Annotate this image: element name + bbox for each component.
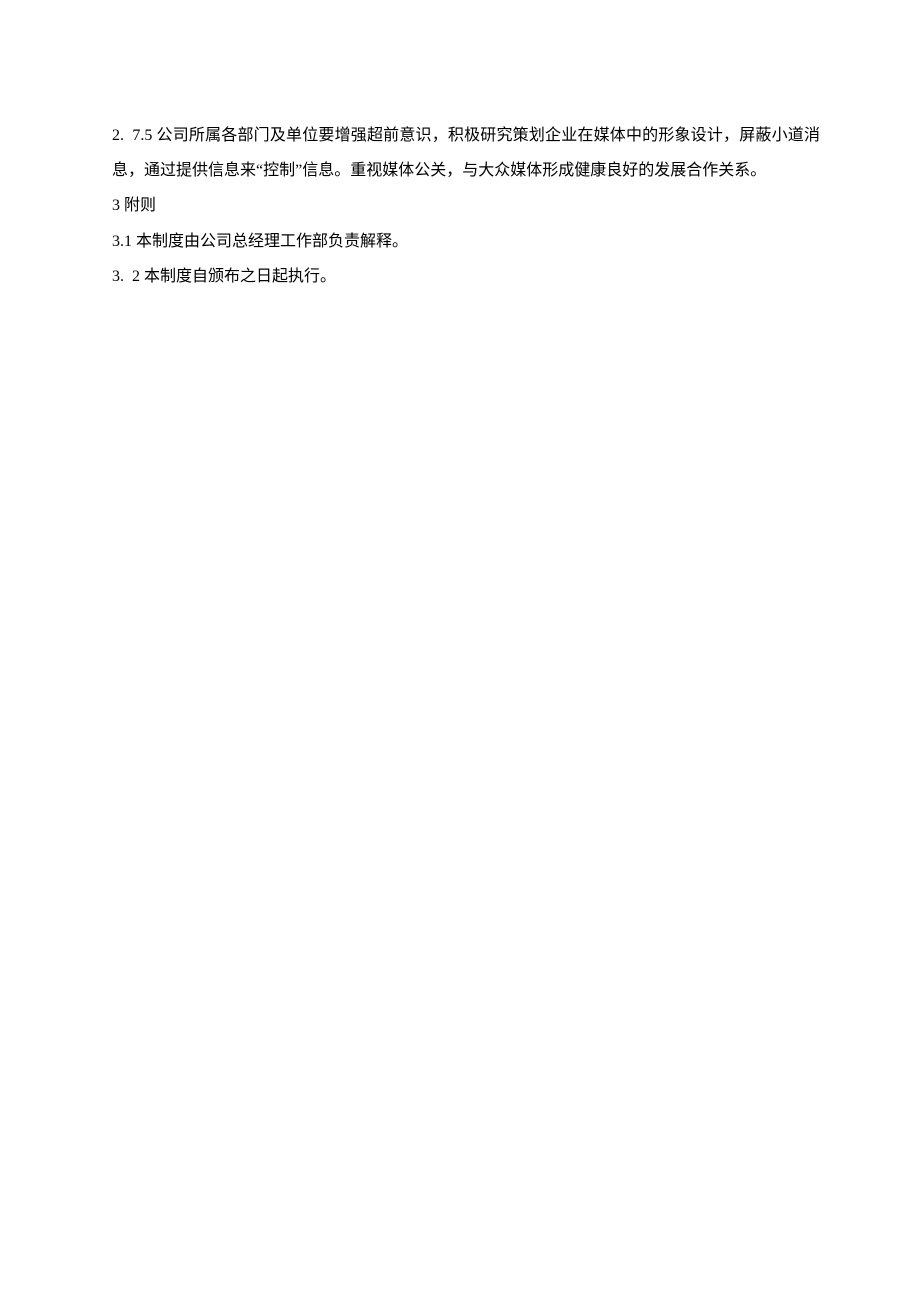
paragraph-3-1: 3.1 本制度由公司总经理工作部负责解释。 <box>112 224 820 259</box>
section-3-heading: 3 附则 <box>112 188 820 223</box>
paragraph-2-7-5: 2. 7.5 公司所属各部门及单位要增强超前意识，积极研究策划企业在媒体中的形象… <box>112 118 820 188</box>
paragraph-3-2: 3. 2 本制度自颁布之日起执行。 <box>112 259 820 294</box>
